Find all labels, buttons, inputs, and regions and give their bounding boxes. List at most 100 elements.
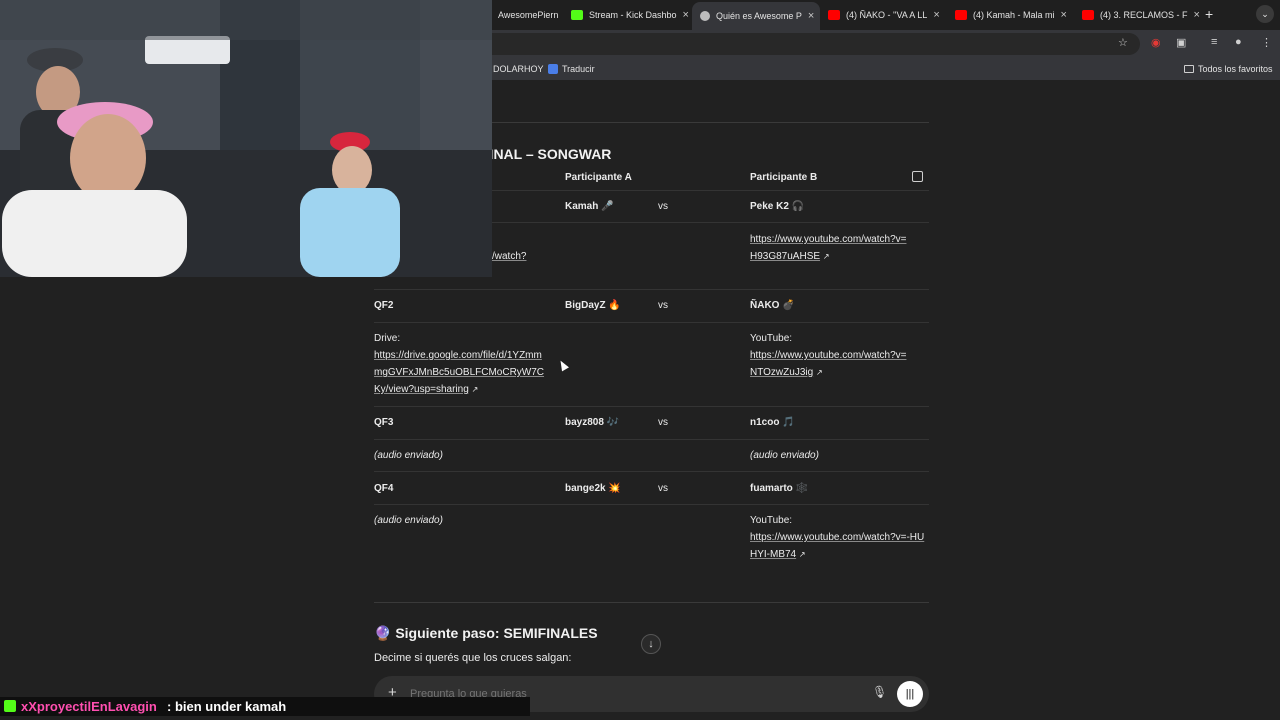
bookmark-traducir[interactable]: Traducir — [548, 64, 595, 74]
record-icon[interactable]: ◉ — [1151, 36, 1161, 49]
qf2-participant-b: ÑAKO 💣 — [750, 300, 795, 311]
stream-chat-message: xXproyectilEnLavagin : bien under kamah — [0, 697, 530, 716]
qf4-participant-a: bange2k 💥 — [565, 483, 621, 494]
bookmark-label: DOLARHOY — [493, 64, 544, 74]
qf4-note-a: (audio enviado) — [374, 515, 443, 526]
tab-label: Stream - Kick Dashbo — [589, 10, 677, 20]
bookmark-label: Todos los favoritos — [1198, 64, 1273, 74]
external-link-icon: ↗ — [822, 252, 830, 261]
tab-close-icon[interactable]: × — [1194, 9, 1200, 21]
tab-kamah-video[interactable]: (4) Kamah - Mala mi × — [947, 4, 1073, 26]
qf3-note-b: (audio enviado) — [750, 450, 819, 461]
air-conditioner-unit — [145, 36, 230, 64]
qf3-participant-a: bayz808 🎶 — [565, 417, 620, 428]
all-bookmarks-folder[interactable]: Todos los favoritos — [1184, 64, 1273, 74]
tab-reclamos-video[interactable]: (4) 3. RECLAMOS - F × — [1074, 4, 1200, 26]
address-bar[interactable] — [480, 33, 1140, 55]
menu-kebab-icon[interactable]: ⋮ — [1261, 36, 1272, 49]
webcam-overlay — [0, 0, 492, 277]
qf4-id: QF4 — [374, 483, 394, 494]
media-controls-icon[interactable]: ≡ — [1211, 36, 1217, 48]
scroll-down-button[interactable]: ↓ — [641, 634, 661, 654]
youtube-favicon-icon — [1082, 10, 1094, 20]
profile-avatar-icon[interactable]: ● — [1235, 36, 1242, 48]
next-step-heading: 🔮 Siguiente paso: SEMIFINALES — [374, 625, 598, 641]
extensions-icon[interactable]: ▣ — [1176, 36, 1186, 49]
table-divider — [374, 471, 929, 472]
voice-mode-button[interactable]: ||| — [897, 681, 923, 707]
qf4-participant-b: fuamarto 🕸️ — [750, 483, 809, 494]
qf2-link-b[interactable]: https://www.youtube.com/watch?v=NTOzwZuJ… — [750, 350, 906, 378]
bookmark-star-icon[interactable]: ☆ — [1118, 36, 1128, 49]
qf1-participant-a: Kamah 🎤 — [565, 201, 614, 212]
webcam-scene — [0, 0, 492, 277]
tab-label: Quién es Awesome P — [716, 11, 802, 21]
qf1-vs: vs — [658, 201, 668, 212]
qf2-link-b-cell: https://www.youtube.com/watch?v=NTOzwZuJ… — [750, 347, 910, 381]
tab-label: (4) ÑAKO - ''VA A LL — [846, 10, 928, 20]
external-link-icon: ↗ — [798, 550, 806, 559]
chat-badge-icon — [4, 700, 16, 712]
youtube-favicon-icon — [828, 10, 840, 20]
kick-favicon-icon — [571, 10, 583, 20]
tab-close-icon[interactable]: × — [808, 10, 814, 22]
qf1-participant-b: Peke K2 🎧 — [750, 201, 805, 212]
qf2-id: QF2 — [374, 300, 394, 311]
copy-table-icon[interactable] — [912, 171, 923, 182]
external-link-icon: ↗ — [471, 385, 479, 394]
table-divider — [374, 322, 929, 323]
qf4-link-b-label: YouTube: — [750, 515, 793, 526]
person-face-right — [332, 146, 372, 194]
youtube-favicon-icon — [955, 10, 967, 20]
tab-kick-dashboard[interactable]: Stream - Kick Dashbo × — [563, 4, 691, 26]
chat-username: xXproyectilEnLavagin — [21, 699, 157, 714]
column-header-b: Participante B — [750, 172, 818, 183]
table-divider — [374, 439, 929, 440]
microphone-icon[interactable]: 🎙 — [872, 685, 887, 699]
tab-close-icon[interactable]: × — [683, 9, 689, 21]
qf2-vs: vs — [658, 300, 668, 311]
column-header-a: Participante A — [565, 172, 632, 183]
qf3-participant-b: n1coo 🎵 — [750, 417, 795, 428]
tab-label: (4) Kamah - Mala mi — [973, 10, 1055, 20]
waveform-icon: ||| — [905, 688, 915, 700]
qf2-participant-a: BigDayZ 🔥 — [565, 300, 621, 311]
qf1-link-a[interactable]: /watch? — [492, 248, 526, 265]
qf2-link-a-label: Drive: — [374, 333, 401, 344]
globe-favicon-icon — [700, 11, 710, 21]
bookmark-dolarhoy[interactable]: DOLARHOY — [493, 64, 544, 74]
tab-quien-es-awesome[interactable]: Quién es Awesome P × — [692, 2, 820, 30]
qf3-note-a: (audio enviado) — [374, 450, 443, 461]
bookmark-label: Traducir — [562, 64, 595, 74]
next-step-body: Decime si querés que los cruces salgan: — [374, 652, 572, 664]
qf4-vs: vs — [658, 483, 668, 494]
person-shirt-white — [2, 190, 187, 277]
qf2-link-a[interactable]: https://drive.google.com/file/d/1YZmmmgG… — [374, 350, 544, 395]
qf1-link-b-cell: https://www.youtube.com/watch?v=H93G87uA… — [750, 231, 910, 265]
external-link-icon: ↗ — [815, 368, 823, 377]
qf3-id: QF3 — [374, 417, 394, 428]
qf2-link-b-label: YouTube: — [750, 333, 793, 344]
qf4-link-b-cell: https://www.youtube.com/watch?v=-HUHYI-M… — [750, 529, 925, 563]
tab-label: AwesomePiern — [498, 10, 559, 20]
tab-label: (4) 3. RECLAMOS - F — [1100, 10, 1188, 20]
section-heading: FINAL – SONGWAR — [481, 146, 612, 162]
table-divider — [374, 406, 929, 407]
qf2-link-a-cell: https://drive.google.com/file/d/1YZmmmgG… — [374, 347, 546, 398]
person-face-main — [70, 114, 146, 202]
tab-search-chevron-icon[interactable]: ⌄ — [1256, 5, 1274, 23]
folder-icon — [1184, 65, 1194, 73]
new-tab-button[interactable]: + — [1205, 6, 1213, 22]
tab-awesomepiern[interactable]: AwesomePiern × — [490, 4, 562, 26]
chat-text: : bien under kamah — [167, 699, 287, 714]
section-divider — [374, 602, 929, 603]
tab-nako-video[interactable]: (4) ÑAKO - ''VA A LL × — [820, 4, 946, 26]
tab-close-icon[interactable]: × — [933, 9, 939, 21]
translate-icon — [548, 64, 558, 74]
table-divider — [374, 504, 929, 505]
qf4-link-b[interactable]: https://www.youtube.com/watch?v=-HUHYI-M… — [750, 532, 924, 560]
tab-close-icon[interactable]: × — [1061, 9, 1067, 21]
person-shirt-blue — [300, 188, 400, 277]
table-divider — [374, 289, 929, 290]
qf3-vs: vs — [658, 417, 668, 428]
